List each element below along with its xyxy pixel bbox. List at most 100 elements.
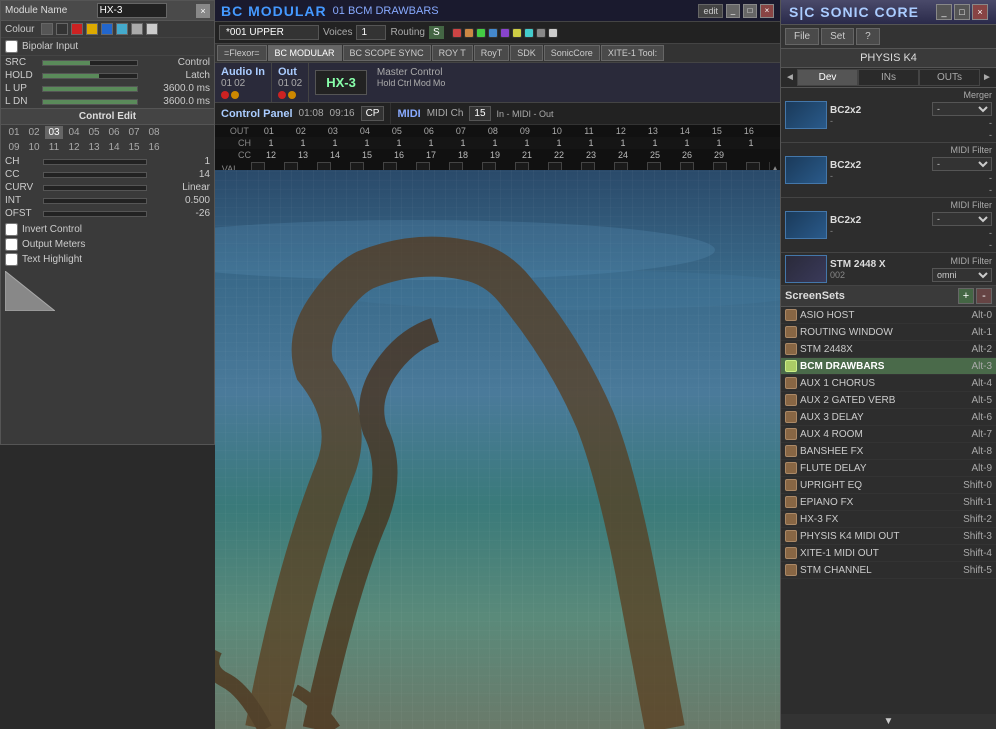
num-05[interactable]: 05: [85, 126, 103, 139]
ss-stm-channel[interactable]: STM CHANNEL Shift-5: [781, 562, 996, 579]
ch-slider[interactable]: [43, 159, 147, 165]
bottom-scroll-button[interactable]: ▼: [781, 714, 996, 729]
text-highlight-checkbox[interactable]: [5, 253, 18, 266]
help-button[interactable]: ?: [856, 28, 880, 45]
inst-select-2[interactable]: -: [932, 157, 992, 171]
ss-banshee-fx[interactable]: BANSHEE FX Alt-8: [781, 443, 996, 460]
hold-slider[interactable]: [42, 73, 138, 79]
nav-xite[interactable]: XITE-1 Tool:: [601, 45, 664, 61]
led-red-1[interactable]: [452, 28, 462, 38]
color-swatch-7[interactable]: [131, 23, 143, 35]
num-12[interactable]: 12: [65, 141, 83, 154]
num-01[interactable]: 01: [5, 126, 23, 139]
led-green[interactable]: [476, 28, 486, 38]
nav-royt[interactable]: RoyT: [474, 45, 510, 61]
ofst-slider[interactable]: [43, 211, 147, 217]
invert-control-checkbox[interactable]: [5, 223, 18, 236]
ss-asio-host[interactable]: ASIO HOST Alt-0: [781, 307, 996, 324]
num-02[interactable]: 02: [25, 126, 43, 139]
midi-ch-value[interactable]: 15: [469, 106, 490, 121]
ss-upright-eq[interactable]: UPRIGHT EQ Shift-0: [781, 477, 996, 494]
lup-slider[interactable]: [42, 86, 138, 92]
color-swatch-1[interactable]: [41, 23, 53, 35]
module-id-input[interactable]: [97, 3, 167, 18]
win-minimize[interactable]: _: [726, 4, 740, 18]
bipolar-input-checkbox[interactable]: [5, 40, 18, 53]
int-slider[interactable]: [43, 198, 147, 204]
color-swatch-3[interactable]: [71, 23, 83, 35]
dev-tab[interactable]: Dev: [797, 69, 858, 86]
ss-add-button[interactable]: +: [958, 288, 974, 304]
sc-minimize[interactable]: _: [936, 4, 952, 20]
num-07[interactable]: 07: [125, 126, 143, 139]
ss-aux1-chorus[interactable]: AUX 1 CHORUS Alt-4: [781, 375, 996, 392]
preset-display[interactable]: *001 UPPER: [219, 25, 319, 40]
nav-sdk[interactable]: SDK: [510, 45, 543, 61]
sc-maximize[interactable]: □: [954, 4, 970, 20]
routing-s[interactable]: S: [429, 26, 444, 39]
led-orange[interactable]: [464, 28, 474, 38]
inst-select-4[interactable]: omni: [932, 268, 992, 282]
output-meters-checkbox[interactable]: [5, 238, 18, 251]
color-swatch-6[interactable]: [116, 23, 128, 35]
color-swatch-5[interactable]: [101, 23, 113, 35]
led-gray[interactable]: [536, 28, 546, 38]
color-swatch-8[interactable]: [146, 23, 158, 35]
led-purple[interactable]: [500, 28, 510, 38]
nav-roy-t[interactable]: ROY T: [432, 45, 473, 61]
inst-select-3[interactable]: -: [932, 212, 992, 226]
ss-stm-2448x[interactable]: STM 2448X Alt-2: [781, 341, 996, 358]
color-swatch-2[interactable]: [56, 23, 68, 35]
num-03[interactable]: 03: [45, 126, 63, 139]
ss-aux3-delay[interactable]: AUX 3 DELAY Alt-6: [781, 409, 996, 426]
voices-value[interactable]: 1: [356, 25, 386, 40]
win-maximize[interactable]: □: [743, 4, 757, 18]
ss-bcm-drawbars[interactable]: BCM DRAWBARS Alt-3: [781, 358, 996, 375]
cc-slider[interactable]: [43, 172, 147, 178]
cp-label[interactable]: CP: [361, 106, 385, 121]
ss-aux2-gated[interactable]: AUX 2 GATED VERB Alt-5: [781, 392, 996, 409]
num-11[interactable]: 11: [45, 141, 63, 154]
num-13[interactable]: 13: [85, 141, 103, 154]
nav-flexor[interactable]: =Flexor=: [217, 45, 267, 61]
curv-slider[interactable]: [43, 185, 147, 191]
num-16[interactable]: 16: [145, 141, 163, 154]
edit-button[interactable]: edit: [698, 4, 723, 18]
src-slider[interactable]: [42, 60, 138, 66]
ss-lock-9: [785, 445, 797, 457]
ss-physis-midi-out[interactable]: PHYSIS K4 MIDI OUT Shift-3: [781, 528, 996, 545]
num-10[interactable]: 10: [25, 141, 43, 154]
win-close[interactable]: ×: [760, 4, 774, 18]
close-button[interactable]: ×: [196, 4, 210, 18]
ins-tab[interactable]: INs: [858, 69, 919, 86]
led-cyan[interactable]: [524, 28, 534, 38]
ss-flute-delay[interactable]: FLUTE DELAY Alt-9: [781, 460, 996, 477]
num-14[interactable]: 14: [105, 141, 123, 154]
num-04[interactable]: 04: [65, 126, 83, 139]
led-yellow[interactable]: [512, 28, 522, 38]
right-scroll-arrow[interactable]: ►: [980, 69, 994, 86]
led-blue[interactable]: [488, 28, 498, 38]
ss-xite-midi-out[interactable]: XITE-1 MIDI OUT Shift-4: [781, 545, 996, 562]
left-scroll-arrow[interactable]: ◄: [783, 69, 797, 86]
ss-routing-window[interactable]: ROUTING WINDOW Alt-1: [781, 324, 996, 341]
file-button[interactable]: File: [785, 28, 819, 45]
ss-aux4-room[interactable]: AUX 4 ROOM Alt-7: [781, 426, 996, 443]
ss-hx3-fx[interactable]: HX-3 FX Shift-2: [781, 511, 996, 528]
led-m[interactable]: [548, 28, 558, 38]
nav-bc-modular[interactable]: BC MODULAR: [268, 45, 342, 61]
inst-select-1[interactable]: -: [932, 102, 992, 116]
nav-soniccore[interactable]: SonicCore: [544, 45, 600, 61]
num-15[interactable]: 15: [125, 141, 143, 154]
ss-del-button[interactable]: -: [976, 288, 992, 304]
num-09[interactable]: 09: [5, 141, 23, 154]
ss-epiano-fx[interactable]: EPIANO FX Shift-1: [781, 494, 996, 511]
num-06[interactable]: 06: [105, 126, 123, 139]
outs-tab[interactable]: OUTs: [919, 69, 980, 86]
sc-close[interactable]: ×: [972, 4, 988, 20]
set-button[interactable]: Set: [821, 28, 854, 45]
color-swatch-4[interactable]: [86, 23, 98, 35]
nav-bc-scope-sync[interactable]: BC SCOPE SYNC: [343, 45, 431, 61]
num-08[interactable]: 08: [145, 126, 163, 139]
ldn-slider[interactable]: [42, 99, 138, 105]
